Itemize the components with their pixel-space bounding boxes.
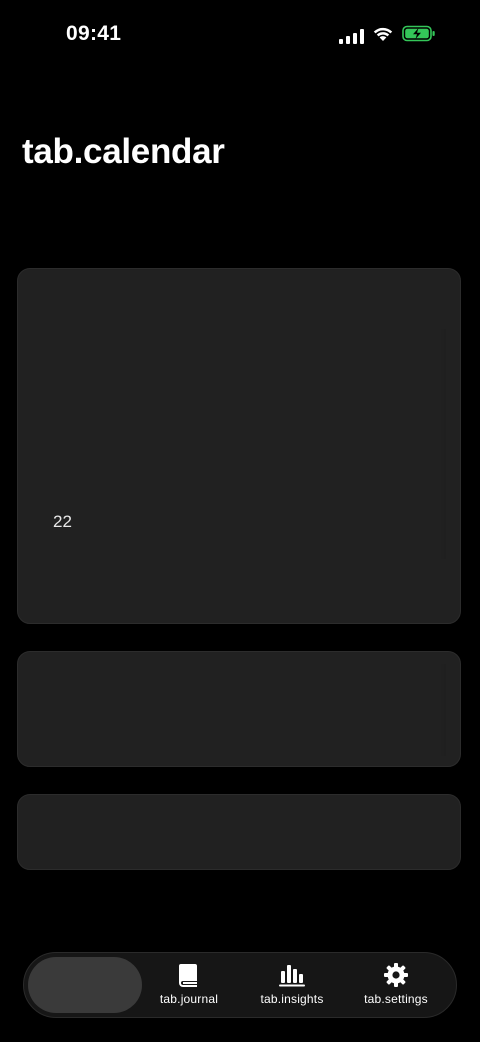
entries-card	[17, 794, 461, 870]
tab-bar: tab.journal tab.insights tab.settings	[23, 952, 457, 1018]
tab-settings-label: tab.settings	[364, 992, 428, 1006]
tab-insights[interactable]: tab.insights	[237, 961, 347, 1011]
calendar-card: 22	[17, 268, 461, 624]
summary-scroll-edge	[440, 664, 446, 756]
tab-calendar[interactable]	[30, 961, 140, 1011]
status-bar: 09:41	[0, 0, 480, 70]
wifi-icon	[372, 26, 394, 47]
status-icons	[339, 25, 436, 47]
tab-settings[interactable]: tab.settings	[341, 961, 451, 1011]
tab-journal[interactable]: tab.journal	[134, 961, 244, 1011]
tab-insights-label: tab.insights	[260, 992, 324, 1006]
page-title: tab.calendar	[22, 132, 225, 171]
chart-bars-icon	[278, 961, 306, 989]
gear-icon	[383, 961, 409, 989]
calendar-scroll-edge	[440, 329, 446, 559]
book-icon	[178, 961, 200, 989]
tab-journal-label: tab.journal	[159, 992, 219, 1006]
summary-card	[17, 651, 461, 767]
status-time: 09:41	[66, 22, 122, 45]
battery-charging-icon	[402, 25, 436, 47]
cellular-signal-icon	[339, 28, 364, 44]
calendar-day-cell[interactable]: 22	[53, 512, 72, 532]
